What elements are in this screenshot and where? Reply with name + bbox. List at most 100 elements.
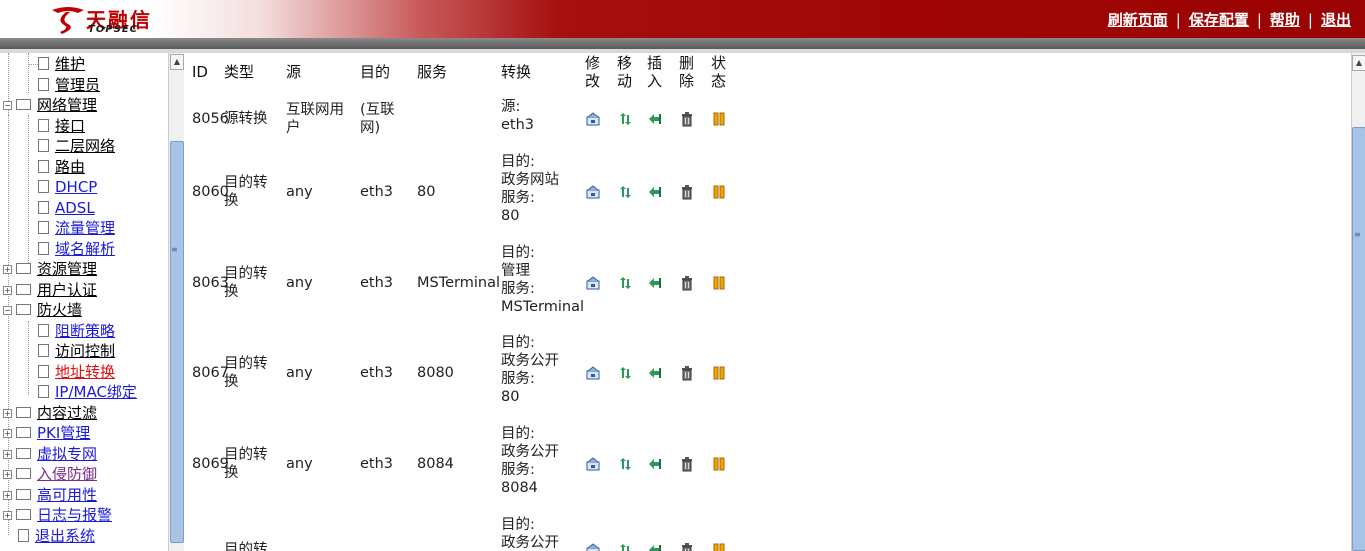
pause-icon[interactable] [711, 542, 727, 551]
right-scrollbar[interactable]: ▲ ≡ [1351, 53, 1365, 551]
pause-icon[interactable] [711, 184, 727, 200]
tree-item-maintenance[interactable]: 维护 [28, 54, 85, 74]
move-icon[interactable] [617, 542, 633, 551]
expand-icon[interactable]: + [3, 470, 12, 479]
tree-item-label[interactable]: 内容过滤 [37, 404, 97, 422]
scrollbar-thumb[interactable] [1352, 127, 1365, 551]
tree-item-ha[interactable]: + 高可用性 [3, 485, 97, 505]
expand-icon[interactable]: + [3, 265, 12, 274]
tree-item-pki[interactable]: + PKI管理 [3, 423, 90, 443]
tree-item-label[interactable]: 防火墙 [37, 301, 82, 319]
scroll-up-arrow-icon[interactable]: ▲ [1352, 55, 1365, 71]
scroll-up-arrow-icon[interactable]: ▲ [170, 54, 184, 70]
save-config-link[interactable]: 保存配置 [1189, 11, 1249, 29]
pause-icon[interactable] [711, 275, 727, 291]
expand-icon[interactable]: + [3, 491, 12, 500]
tree-item-label[interactable]: 网络管理 [37, 96, 97, 114]
insert-icon[interactable] [647, 184, 663, 200]
tree-item-resources[interactable]: + 资源管理 [3, 259, 97, 279]
tree-item-label[interactable]: IP/MAC绑定 [55, 383, 137, 401]
tree-item-exit[interactable]: 退出系统 [3, 526, 95, 546]
edit-icon[interactable] [585, 365, 601, 381]
tree-item-ips[interactable]: + 入侵防御 [3, 464, 97, 484]
left-scrollbar[interactable]: ▲ ≡ [168, 53, 184, 551]
delete-icon[interactable] [679, 275, 695, 291]
collapse-icon[interactable]: − [3, 101, 12, 110]
tree-item-label[interactable]: PKI管理 [37, 424, 90, 442]
tree-item-label[interactable]: ADSL [55, 199, 95, 217]
tree-item-user-auth[interactable]: + 用户认证 [3, 280, 97, 300]
tree-item-label[interactable]: 路由 [55, 158, 85, 176]
insert-icon[interactable] [647, 542, 663, 551]
tree-item-ipmac[interactable]: IP/MAC绑定 [28, 382, 137, 402]
logout-link[interactable]: 退出 [1321, 11, 1351, 29]
delete-icon[interactable] [679, 542, 695, 551]
tree-item-label[interactable]: 二层网络 [55, 137, 115, 155]
header-divider-bar [0, 38, 1365, 49]
move-icon[interactable] [617, 111, 633, 127]
pause-icon[interactable] [711, 111, 727, 127]
delete-icon[interactable] [679, 365, 695, 381]
expand-icon[interactable]: + [3, 450, 12, 459]
tree-item-network[interactable]: − 网络管理 [3, 95, 97, 115]
tree-item-label[interactable]: 接口 [55, 117, 85, 135]
tree-item-label[interactable]: 退出系统 [35, 527, 95, 545]
grip-icon: ≡ [171, 245, 178, 254]
expand-icon[interactable]: + [3, 286, 12, 295]
delete-icon[interactable] [679, 456, 695, 472]
move-icon[interactable] [617, 184, 633, 200]
expand-icon[interactable]: + [3, 511, 12, 520]
tree-item-layer2[interactable]: 二层网络 [28, 136, 115, 156]
insert-icon[interactable] [647, 275, 663, 291]
tree-item-label[interactable]: 域名解析 [55, 240, 115, 258]
tree-item-traffic[interactable]: 流量管理 [28, 218, 115, 238]
tree-item-admin[interactable]: 管理员 [28, 75, 100, 95]
edit-icon[interactable] [585, 184, 601, 200]
tree-item-adsl[interactable]: ADSL [28, 198, 95, 218]
tree-item-label[interactable]: 阻断策略 [55, 322, 115, 340]
tree-item-interface[interactable]: 接口 [28, 116, 85, 136]
move-icon[interactable] [617, 275, 633, 291]
tree-item-firewall[interactable]: − 防火墙 [3, 300, 82, 320]
tree-item-log-alert[interactable]: + 日志与报警 [3, 505, 112, 525]
tree-item-label[interactable]: 地址转换 [55, 363, 115, 381]
tree-item-routing[interactable]: 路由 [28, 157, 85, 177]
tree-item-vpn[interactable]: + 虚拟专网 [3, 444, 97, 464]
tree-item-dhcp[interactable]: DHCP [28, 177, 97, 197]
help-link[interactable]: 帮助 [1270, 11, 1300, 29]
insert-icon[interactable] [647, 365, 663, 381]
expand-icon[interactable]: + [3, 409, 12, 418]
delete-icon[interactable] [679, 184, 695, 200]
tree-item-access-control[interactable]: 访问控制 [28, 341, 115, 361]
tree-item-dns[interactable]: 域名解析 [28, 239, 115, 259]
edit-icon[interactable] [585, 542, 601, 551]
tree-item-label[interactable]: DHCP [55, 178, 97, 196]
move-icon[interactable] [617, 456, 633, 472]
tree-item-nat[interactable]: 地址转换 [28, 362, 115, 382]
edit-icon[interactable] [585, 275, 601, 291]
insert-icon[interactable] [647, 111, 663, 127]
edit-icon[interactable] [585, 456, 601, 472]
tree-item-block-policy[interactable]: 阻断策略 [28, 321, 115, 341]
delete-icon[interactable] [679, 111, 695, 127]
insert-icon[interactable] [647, 456, 663, 472]
edit-icon[interactable] [585, 111, 601, 127]
tree-item-label[interactable]: 入侵防御 [37, 465, 97, 483]
tree-item-content-filter[interactable]: + 内容过滤 [3, 403, 97, 423]
tree-item-label[interactable]: 虚拟专网 [37, 445, 97, 463]
collapse-icon[interactable]: − [3, 306, 12, 315]
tree-item-label[interactable]: 资源管理 [37, 260, 97, 278]
move-icon[interactable] [617, 365, 633, 381]
tree-item-label[interactable]: 访问控制 [55, 342, 115, 360]
pause-icon[interactable] [711, 365, 727, 381]
tree-item-label[interactable]: 管理员 [55, 76, 100, 94]
tree-item-label[interactable]: 日志与报警 [37, 506, 112, 524]
tree-item-label[interactable]: 流量管理 [55, 219, 115, 237]
pause-icon[interactable] [711, 456, 727, 472]
tree-item-label[interactable]: 维护 [55, 55, 85, 73]
tree-item-label[interactable]: 高可用性 [37, 486, 97, 504]
scrollbar-thumb[interactable] [170, 141, 184, 543]
refresh-page-link[interactable]: 刷新页面 [1108, 11, 1168, 29]
tree-item-label[interactable]: 用户认证 [37, 281, 97, 299]
expand-icon[interactable]: + [3, 429, 12, 438]
